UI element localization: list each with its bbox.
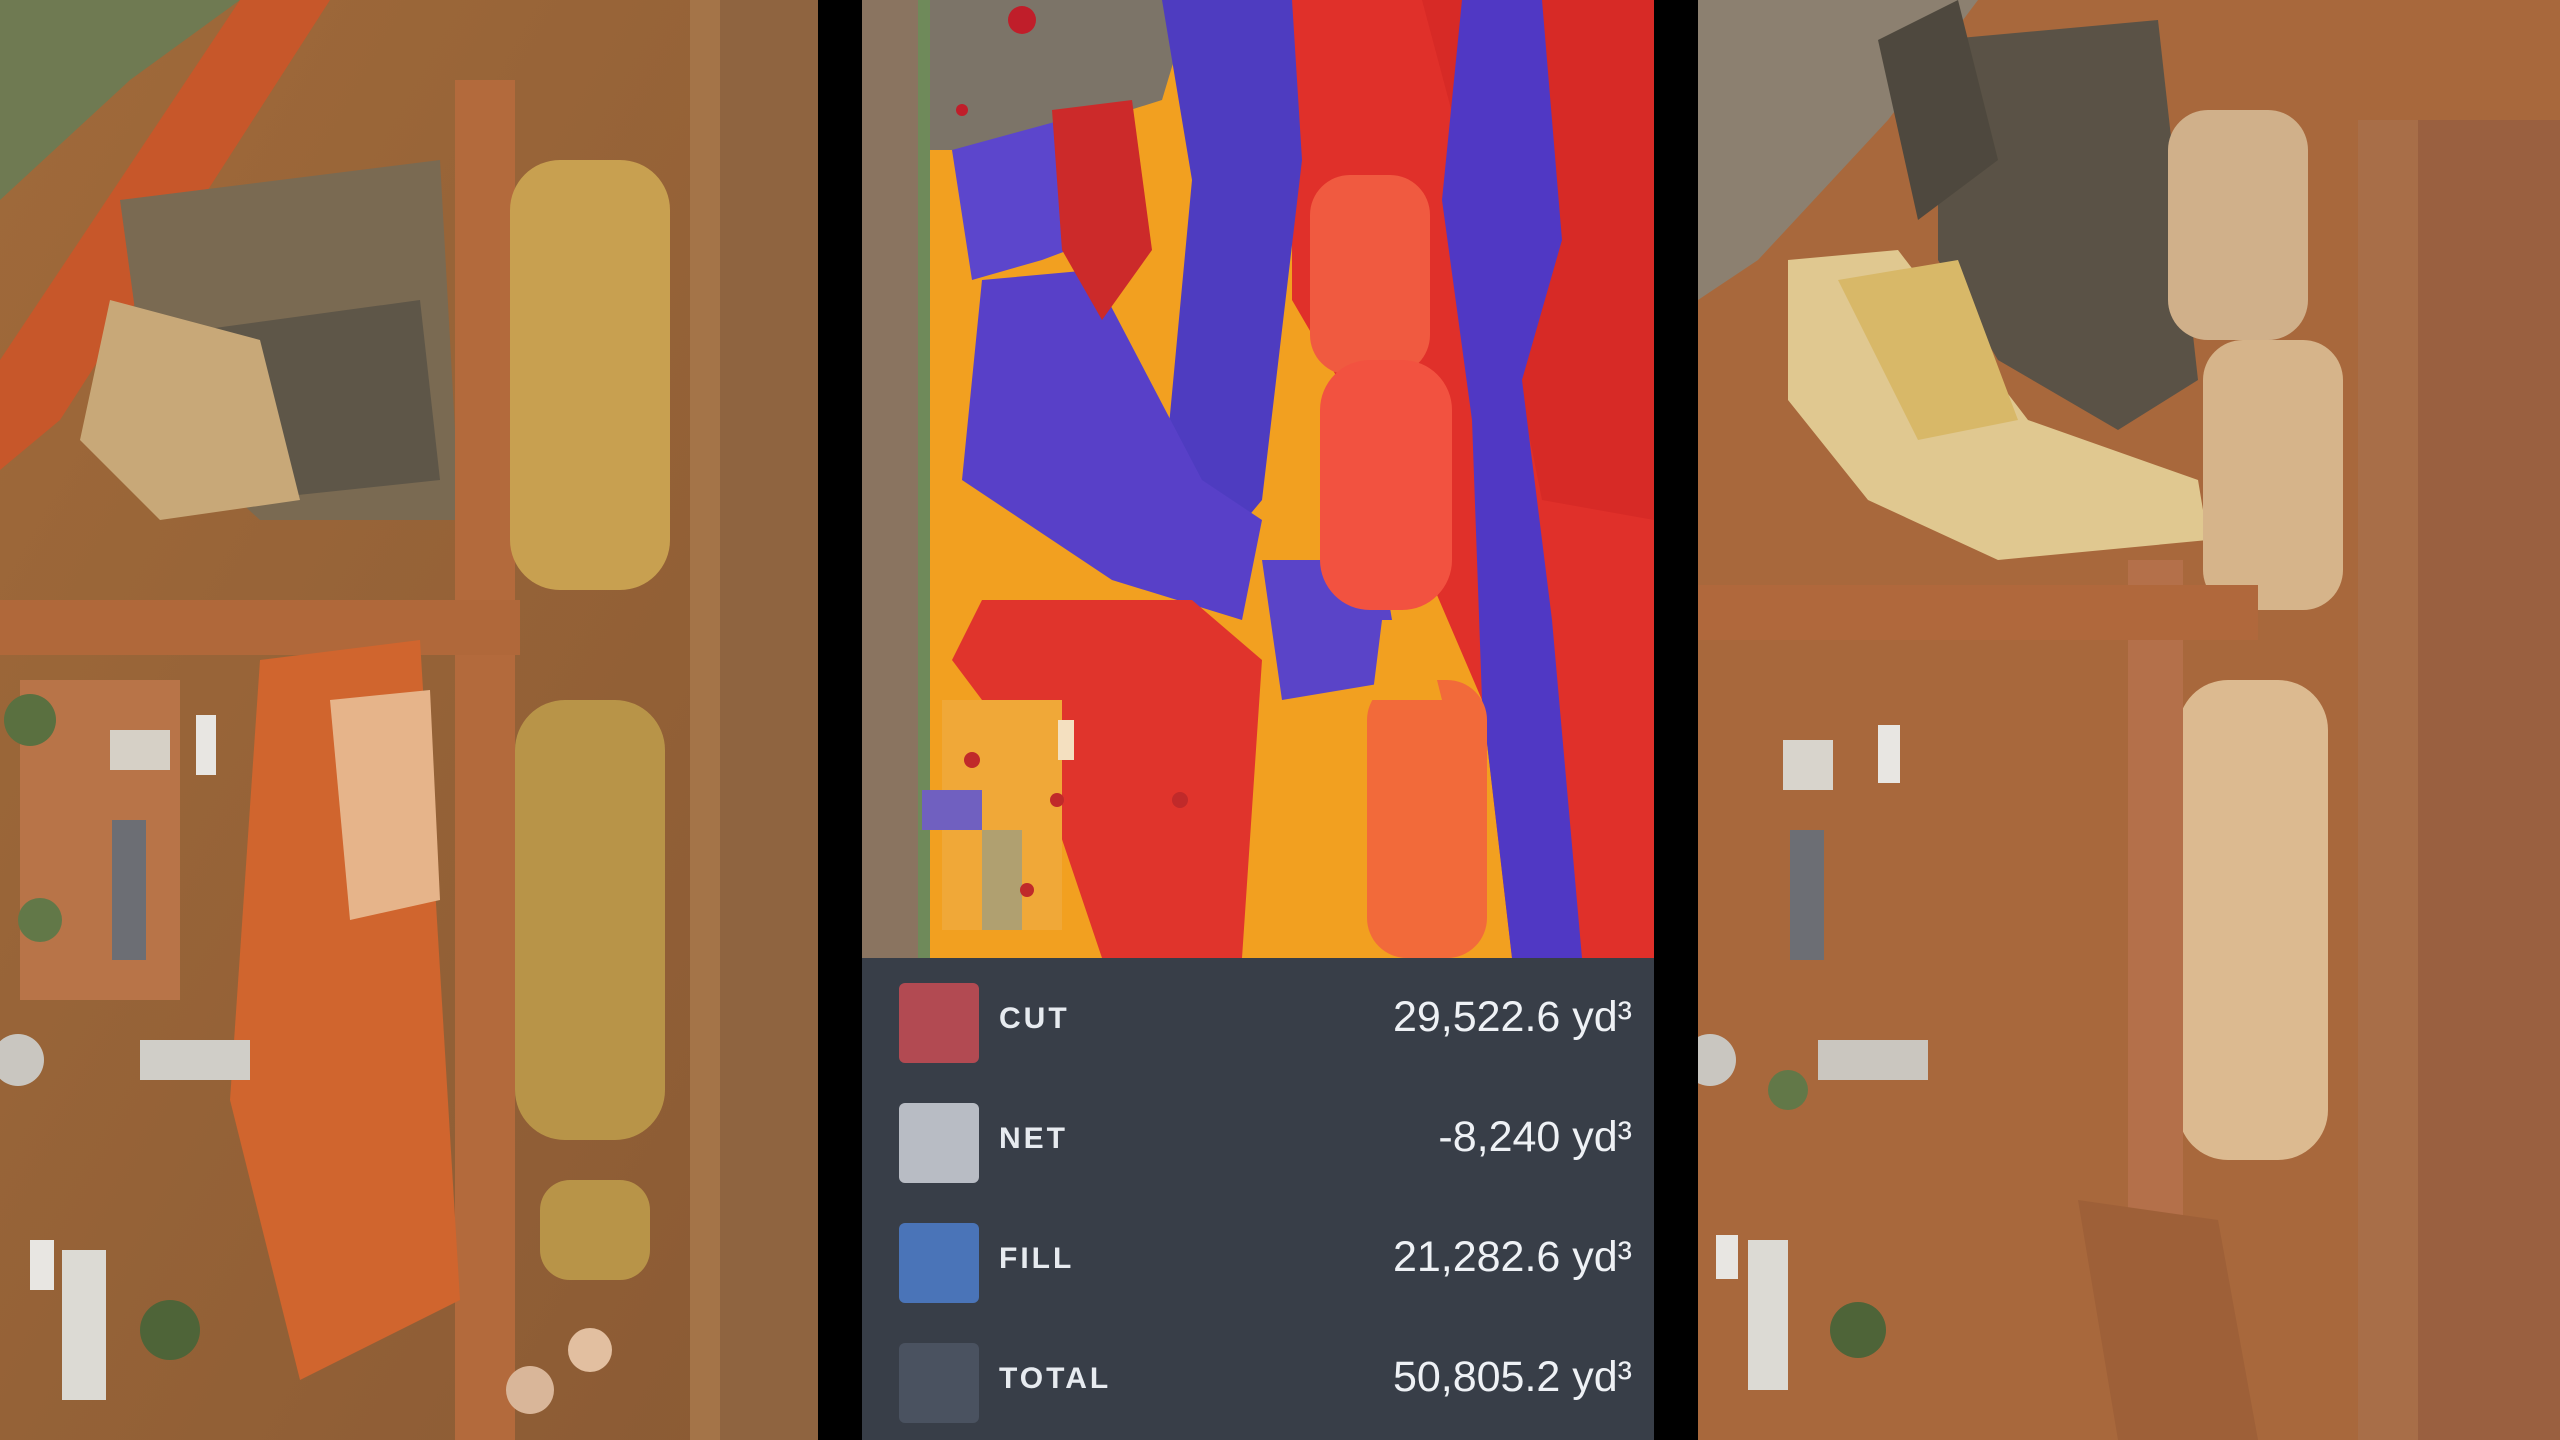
legend-row-fill: FILL 21,282.6 yd³ xyxy=(862,1198,1654,1318)
legend-row-cut: CUT 29,522.6 yd³ xyxy=(862,958,1654,1078)
cut-value: 29,522.6 yd³ xyxy=(1392,993,1632,1041)
cut-label: CUT xyxy=(999,1002,1070,1035)
aerial-image-before xyxy=(0,0,818,1440)
total-value: 50,805.2 yd³ xyxy=(1392,1353,1632,1401)
cut-swatch xyxy=(899,983,979,1063)
fill-value: 21,282.6 yd³ xyxy=(1392,1233,1632,1281)
aerial-image-after xyxy=(1698,0,2560,1440)
net-swatch xyxy=(899,1103,979,1183)
fill-swatch xyxy=(899,1223,979,1303)
fill-label: FILL xyxy=(999,1242,1075,1275)
net-value: -8,240 yd³ xyxy=(1438,1113,1632,1161)
total-label: TOTAL xyxy=(999,1362,1112,1395)
volume-legend: CUT 29,522.6 yd³ NET -8,240 yd³ FILL 21,… xyxy=(862,958,1654,1440)
net-label: NET xyxy=(999,1122,1068,1155)
total-swatch xyxy=(899,1343,979,1423)
legend-row-total: TOTAL 50,805.2 yd³ xyxy=(862,1318,1654,1438)
legend-row-net: NET -8,240 yd³ xyxy=(862,1078,1654,1198)
